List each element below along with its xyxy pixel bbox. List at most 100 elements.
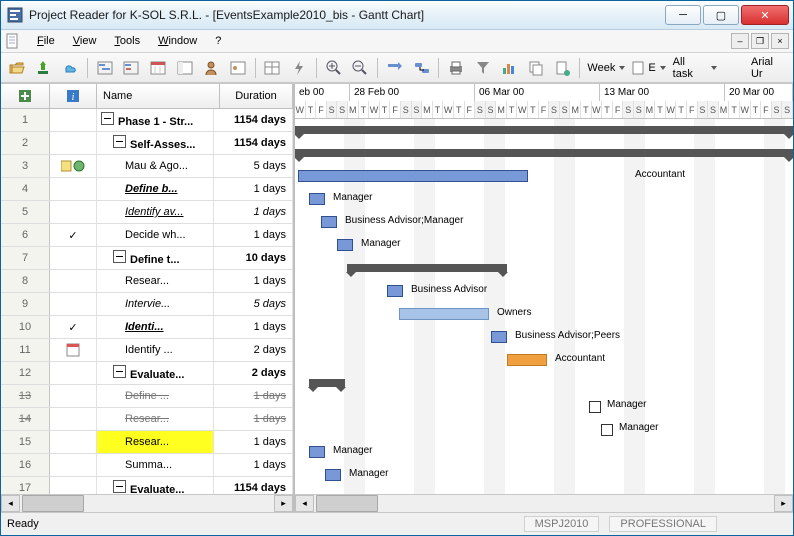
- row-number[interactable]: 17: [1, 477, 50, 494]
- task-bar[interactable]: [399, 308, 489, 320]
- menu-window[interactable]: Window: [150, 33, 205, 49]
- row-number[interactable]: 8: [1, 270, 50, 292]
- timescale-picker[interactable]: Week: [585, 62, 627, 74]
- row-number[interactable]: 11: [1, 339, 50, 361]
- task-bar[interactable]: [309, 193, 325, 205]
- row-number[interactable]: 10: [1, 316, 50, 338]
- table-row[interactable]: 13Define ...1 days: [1, 385, 293, 408]
- row-number[interactable]: 15: [1, 431, 50, 453]
- collapse-icon[interactable]: [113, 250, 126, 263]
- row-number[interactable]: 5: [1, 201, 50, 223]
- bolt-icon[interactable]: [287, 56, 311, 80]
- table-row[interactable]: 8Resear...1 days: [1, 270, 293, 293]
- milestone-marker[interactable]: [589, 401, 601, 413]
- task-name-cell[interactable]: Evaluate...: [97, 362, 214, 384]
- task-bar[interactable]: [325, 469, 341, 481]
- task-name-cell[interactable]: Summa...: [97, 454, 214, 476]
- collapse-icon[interactable]: [101, 112, 114, 125]
- link-icon[interactable]: [410, 56, 434, 80]
- task-bar[interactable]: [298, 170, 528, 182]
- table-row[interactable]: 11Identify ...2 days: [1, 339, 293, 362]
- table-row[interactable]: 17Evaluate...1154 days: [1, 477, 293, 494]
- calendar-icon[interactable]: [146, 56, 170, 80]
- filter-icon[interactable]: [471, 56, 495, 80]
- cloud-icon[interactable]: [58, 56, 82, 80]
- row-number[interactable]: 4: [1, 178, 50, 200]
- task-name-cell[interactable]: Resear...: [97, 431, 214, 453]
- milestone-marker[interactable]: [601, 424, 613, 436]
- save-icon[interactable]: [32, 56, 56, 80]
- task-filter-picker[interactable]: All task: [671, 56, 720, 80]
- export-icon[interactable]: [551, 56, 575, 80]
- row-number[interactable]: 1: [1, 109, 50, 131]
- tracking-gantt-icon[interactable]: [119, 56, 143, 80]
- task-bar[interactable]: [507, 354, 547, 366]
- task-bar[interactable]: [491, 331, 507, 343]
- task-name-cell[interactable]: Identify av...: [97, 201, 214, 223]
- task-name-cell[interactable]: Identi...: [97, 316, 214, 338]
- task-name-cell[interactable]: Define ...: [97, 385, 214, 407]
- row-number[interactable]: 9: [1, 293, 50, 315]
- menu-help[interactable]: ?: [207, 33, 229, 49]
- table-row[interactable]: 15Resear...1 days: [1, 431, 293, 454]
- table-row[interactable]: 5Identify av...1 days: [1, 201, 293, 224]
- mdi-minimize-button[interactable]: –: [731, 33, 749, 49]
- row-number[interactable]: 7: [1, 247, 50, 269]
- scroll-thumb[interactable]: [316, 495, 378, 512]
- task-name-cell[interactable]: Mau & Ago...: [97, 155, 214, 177]
- row-number[interactable]: 13: [1, 385, 50, 407]
- summary-bar[interactable]: [347, 264, 507, 272]
- maximize-button[interactable]: ▢: [703, 5, 739, 25]
- zoom-in-icon[interactable]: [322, 56, 346, 80]
- task-name-cell[interactable]: Phase 1 - Str...: [97, 109, 214, 131]
- scroll-left-icon[interactable]: ◂: [295, 495, 314, 512]
- summary-bar[interactable]: [295, 149, 793, 157]
- task-name-cell[interactable]: Resear...: [97, 270, 214, 292]
- gantt-icon[interactable]: [93, 56, 117, 80]
- collapse-icon[interactable]: [113, 480, 126, 493]
- task-name-cell[interactable]: Intervie...: [97, 293, 214, 315]
- table-row[interactable]: 2Self-Asses...1154 days: [1, 132, 293, 155]
- table-row[interactable]: 7Define t...10 days: [1, 247, 293, 270]
- table-row[interactable]: 1Phase 1 - Str...1154 days: [1, 109, 293, 132]
- task-usage-icon[interactable]: [173, 56, 197, 80]
- mdi-restore-button[interactable]: ❐: [751, 33, 769, 49]
- open-icon[interactable]: [5, 56, 29, 80]
- task-name-cell[interactable]: Evaluate...: [97, 477, 214, 494]
- table-row[interactable]: 10✓Identi...1 days: [1, 316, 293, 339]
- row-number[interactable]: 6: [1, 224, 50, 246]
- close-button[interactable]: ✕: [741, 5, 789, 25]
- duration-header[interactable]: Duration: [220, 84, 293, 108]
- table-row[interactable]: 9Intervie...5 days: [1, 293, 293, 316]
- resource-usage-icon[interactable]: [226, 56, 250, 80]
- grid-hscrollbar[interactable]: ◂ ▸: [1, 494, 293, 512]
- task-bar[interactable]: [337, 239, 353, 251]
- blank-button[interactable]: [722, 56, 746, 80]
- task-name-cell[interactable]: Identify ...: [97, 339, 214, 361]
- gantt-hscrollbar[interactable]: ◂ ▸: [295, 494, 793, 512]
- e-picker[interactable]: E: [630, 61, 667, 75]
- minimize-button[interactable]: ─: [665, 5, 701, 25]
- task-name-cell[interactable]: Resear...: [97, 408, 214, 430]
- scroll-right-icon[interactable]: ▸: [774, 495, 793, 512]
- task-bar[interactable]: [309, 446, 325, 458]
- table-row[interactable]: 4Define b...1 days: [1, 178, 293, 201]
- table-row[interactable]: 3Mau & Ago...5 days: [1, 155, 293, 178]
- font-picker[interactable]: Arial Ur: [749, 56, 789, 80]
- print-icon[interactable]: [444, 56, 468, 80]
- task-bar[interactable]: [387, 285, 403, 297]
- summary-bar[interactable]: [295, 126, 793, 134]
- gantt-body[interactable]: AccountantManagerBusiness Advisor;Manage…: [295, 119, 793, 494]
- chart-icon[interactable]: [498, 56, 522, 80]
- resource-icon[interactable]: [199, 56, 223, 80]
- row-number[interactable]: 14: [1, 408, 50, 430]
- grid-corner[interactable]: [1, 84, 50, 108]
- scroll-right-icon[interactable]: ▸: [274, 495, 293, 512]
- table-row[interactable]: 16Summa...1 days: [1, 454, 293, 477]
- menu-file[interactable]: File: [29, 33, 63, 49]
- goto-task-icon[interactable]: [383, 56, 407, 80]
- table-icon[interactable]: [261, 56, 285, 80]
- table-row[interactable]: 14Resear...1 days: [1, 408, 293, 431]
- table-row[interactable]: 6✓Decide wh...1 days: [1, 224, 293, 247]
- zoom-out-icon[interactable]: [348, 56, 372, 80]
